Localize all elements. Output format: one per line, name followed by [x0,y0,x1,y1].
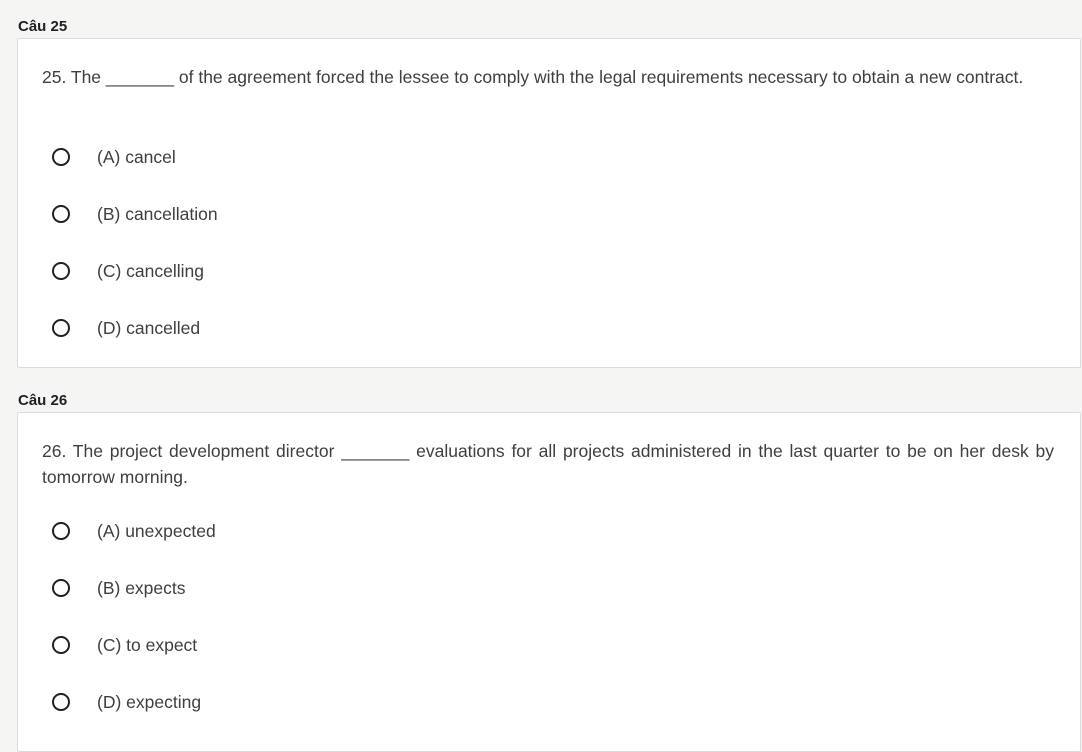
answer-option-d[interactable]: (D) cancelled [52,316,200,340]
answer-option-b[interactable]: (B) expects [52,576,186,600]
option-label: (D) cancelled [97,317,201,338]
radio-button-icon[interactable] [52,693,70,711]
question-label: Câu 25 [18,18,68,35]
option-label: (C) to expect [97,634,198,655]
radio-button-icon[interactable] [52,262,70,280]
radio-button-icon[interactable] [52,148,70,166]
question-text: 26. The project development director ___… [42,441,1054,487]
radio-button-icon[interactable] [52,522,70,540]
answer-option-a[interactable]: (A) unexpected [52,519,216,543]
question-text: 25. The _______ of the agreement forced … [42,67,1024,87]
option-label: (B) cancellation [97,203,218,224]
question-card: 25. The _______ of the agreement forced … [17,38,1081,368]
radio-button-icon[interactable] [52,579,70,597]
option-label: (A) cancel [97,146,176,167]
answer-option-a[interactable]: (A) cancel [52,145,176,169]
radio-button-icon[interactable] [52,319,70,337]
option-label: (C) cancelling [97,260,204,281]
answer-option-d[interactable]: (D) expecting [52,690,201,714]
radio-button-icon[interactable] [52,636,70,654]
option-label: (B) expects [97,577,186,598]
answer-option-c[interactable]: (C) to expect [52,633,197,657]
answer-option-c[interactable]: (C) cancelling [52,259,204,283]
question-card: 26. The project development director ___… [17,412,1081,752]
radio-button-icon[interactable] [52,205,70,223]
answer-option-b[interactable]: (B) cancellation [52,202,218,226]
question-label: Câu 26 [18,392,68,409]
option-label: (D) expecting [97,691,202,712]
option-label: (A) unexpected [97,520,216,541]
